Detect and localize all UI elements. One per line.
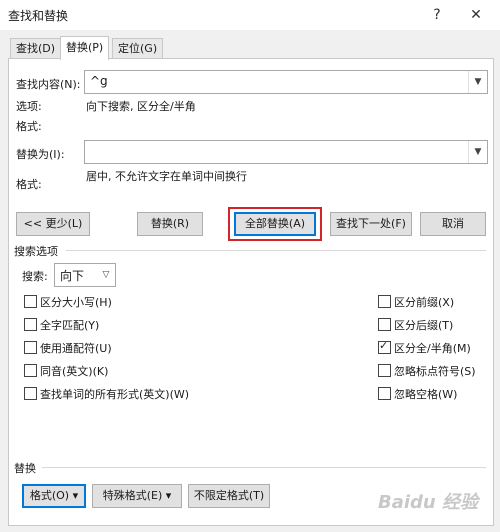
checkbox-ignore-punct[interactable] [378,364,391,377]
option-match-prefix[interactable]: 区分前缀(X) [394,294,454,310]
find-format-label: 格式: [16,120,42,133]
tab-find[interactable]: 查找(D) [10,38,62,59]
option-wildcards[interactable]: 使用通配符(U) [40,340,112,356]
title-bar [0,0,500,30]
replace-button[interactable]: 替换(R) [137,212,203,236]
divider [66,250,486,251]
close-button[interactable]: ✕ [465,4,487,26]
replace-label: 替换为(I): [16,148,65,161]
divider [42,467,486,468]
checkbox-match-case[interactable] [24,295,37,308]
find-next-button[interactable]: 查找下一处(F) [330,212,412,236]
window-title: 查找和替换 [8,9,69,23]
option-match-width[interactable]: 区分全/半角(M) [394,340,471,356]
replace-all-button[interactable]: 全部替换(A) [234,212,316,236]
watermark: Baidu 经验 [378,492,479,513]
chevron-down-icon[interactable]: ▼ [468,71,487,93]
checkbox-wildcards[interactable] [24,341,37,354]
checkbox-ignore-space[interactable] [378,387,391,400]
format-button[interactable]: 格式(O) ▾ [22,484,86,508]
find-input[interactable]: ^g [90,74,108,88]
replace-section-title: 替换 [14,462,36,475]
replace-panel [8,58,494,526]
search-label: 搜索: [22,270,48,283]
less-button[interactable]: << 更少(L) [16,212,90,236]
chevron-down-icon[interactable]: ▼ [468,141,487,163]
cancel-button[interactable]: 取消 [420,212,486,236]
find-label: 查找内容(N): [16,78,81,91]
options-label: 选项: [16,100,42,113]
options-value: 向下搜索, 区分全/半角 [86,100,196,113]
checkbox-all-word-forms[interactable] [24,387,37,400]
option-all-word-forms[interactable]: 查找单词的所有形式(英文)(W) [40,386,189,402]
find-combobox[interactable]: ^g ▼ [84,70,488,94]
option-match-case[interactable]: 区分大小写(H) [40,294,112,310]
tab-goto[interactable]: 定位(G) [112,38,164,59]
search-direction-select[interactable]: 向下 ▽ [54,263,116,287]
replace-format-label: 格式: [16,178,42,191]
checkbox-sounds-like[interactable] [24,364,37,377]
replace-format-value: 居中, 不允许文字在单词中间换行 [86,170,247,183]
checkbox-match-prefix[interactable] [378,295,391,308]
checkbox-match-width[interactable] [378,339,391,354]
help-button[interactable]: ? [426,4,448,26]
option-match-suffix[interactable]: 区分后缀(T) [394,317,453,333]
option-ignore-punct[interactable]: 忽略标点符号(S) [394,363,476,379]
checkbox-match-suffix[interactable] [378,318,391,331]
search-options-title: 搜索选项 [14,245,58,258]
option-sounds-like[interactable]: 同音(英文)(K) [40,363,108,379]
no-formatting-button[interactable]: 不限定格式(T) [188,484,270,508]
replace-combobox[interactable]: ▼ [84,140,488,164]
checkbox-whole-word[interactable] [24,318,37,331]
option-ignore-space[interactable]: 忽略空格(W) [394,386,457,402]
special-format-button[interactable]: 特殊格式(E) ▾ [92,484,182,508]
tab-replace[interactable]: 替换(P) [60,36,110,60]
search-direction-value: 向下 [60,269,85,283]
chevron-down-icon[interactable]: ▽ [97,264,115,286]
option-whole-word[interactable]: 全字匹配(Y) [40,317,99,333]
